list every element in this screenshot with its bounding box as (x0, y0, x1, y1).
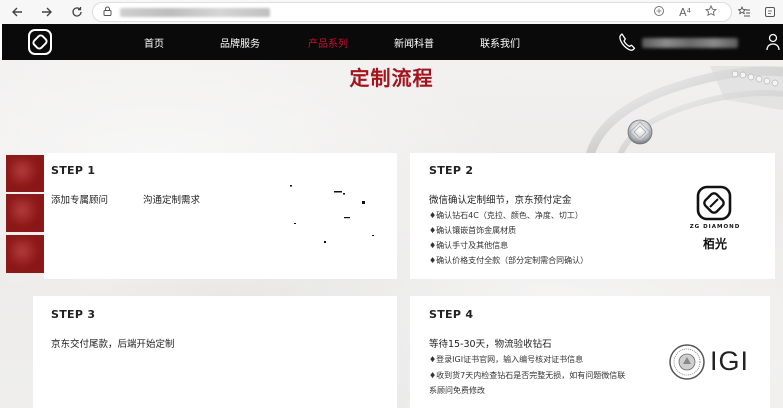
step-2-bullet-payment: ♦确认价格支付全款（部分定制需合同确认） (429, 256, 589, 265)
step-2-bullet-size: ♦确认手寸及其他信息 (429, 241, 509, 250)
url-text-redacted (120, 7, 270, 17)
forward-icon[interactable] (36, 1, 58, 23)
brand-logo-icon[interactable] (28, 29, 52, 55)
step-2-text: 微信确认定制细节，京东预付定金 (429, 195, 572, 206)
decorative-image-1 (6, 155, 44, 192)
step-4-card: STEP 4 等待15-30天，物流验收钻石 ♦登录IGI证书官网，输入编号核对… (410, 296, 770, 408)
igi-seal-icon (669, 344, 705, 380)
step-1-title: STEP 1 (51, 164, 96, 177)
zg-diamond-logo-icon (696, 185, 732, 221)
user-icon[interactable] (766, 33, 780, 51)
nav-item-brand-service[interactable]: 品牌服务 (220, 24, 260, 60)
collections-icon[interactable] (764, 0, 776, 24)
zg-diamond-brand-text: ZG DIAMOND (689, 224, 741, 230)
step-2-card: STEP 2 微信确认定制细节，京东预付定金 ♦确认钻石4C（克拉、颜色、净度、… (410, 153, 775, 279)
translate-icon[interactable] (653, 5, 665, 20)
phone-number-redacted (642, 38, 738, 48)
step-1-text-needs: 沟通定制需求 (143, 195, 201, 206)
reload-icon[interactable] (66, 1, 88, 23)
browser-toolbar: A⁴ (0, 0, 783, 24)
step-4-bullet-inspect-cont: 系顾问免费修改 (429, 386, 485, 395)
step-3-text: 京东交付尾款，后端开始定制 (51, 339, 175, 350)
site-header: 首页 品牌服务 产品系列 新闻科普 联系我们 (2, 24, 783, 60)
igi-logo-text: IGI (710, 346, 750, 376)
favorite-star-icon[interactable] (705, 4, 717, 20)
favorites-bar-icon[interactable] (738, 0, 751, 24)
step-1-card: STEP 1 添加专属顾问 沟通定制需求 (44, 153, 397, 279)
back-icon[interactable] (6, 1, 28, 23)
page-title: 定制流程 (349, 66, 434, 90)
nav-item-contact[interactable]: 联系我们 (480, 24, 520, 60)
nav-item-home[interactable]: 首页 (144, 24, 164, 60)
phone-icon (619, 33, 636, 51)
zg-diamond-brand-cn: 栢光 (702, 237, 727, 251)
step-2-bullet-metal: ♦确认镶嵌首饰金属材质 (429, 226, 517, 235)
step-4-title: STEP 4 (429, 308, 474, 321)
step-2-bullet-4c: ♦确认钻石4C（克拉、颜色、净度、切工） (429, 211, 583, 220)
decorative-image-2 (6, 194, 44, 232)
step-2-title: STEP 2 (429, 164, 474, 177)
address-bar[interactable]: A⁴ (92, 2, 732, 22)
decorative-image-3 (6, 235, 44, 273)
step-4-text: 等待15-30天，物流验收钻石 (429, 339, 552, 350)
step-3-card: STEP 3 京东交付尾款，后端开始定制 (33, 296, 397, 408)
step-4-bullet-inspect: ♦收到货7天内检查钻石是否完整无损，如有问题微信联 (429, 371, 626, 380)
step-3-title: STEP 3 (51, 308, 96, 321)
read-aloud-icon[interactable]: A⁴ (679, 6, 691, 19)
nav-item-product-series[interactable]: 产品系列 (308, 24, 348, 60)
ink-specks (290, 185, 374, 243)
lock-icon (103, 6, 112, 19)
nav-item-news[interactable]: 新闻科普 (394, 24, 434, 60)
step-4-bullet-verify: ♦登录IGI证书官网，输入编号核对证书信息 (429, 355, 584, 364)
step-1-text-advisor: 添加专属顾问 (51, 195, 109, 206)
